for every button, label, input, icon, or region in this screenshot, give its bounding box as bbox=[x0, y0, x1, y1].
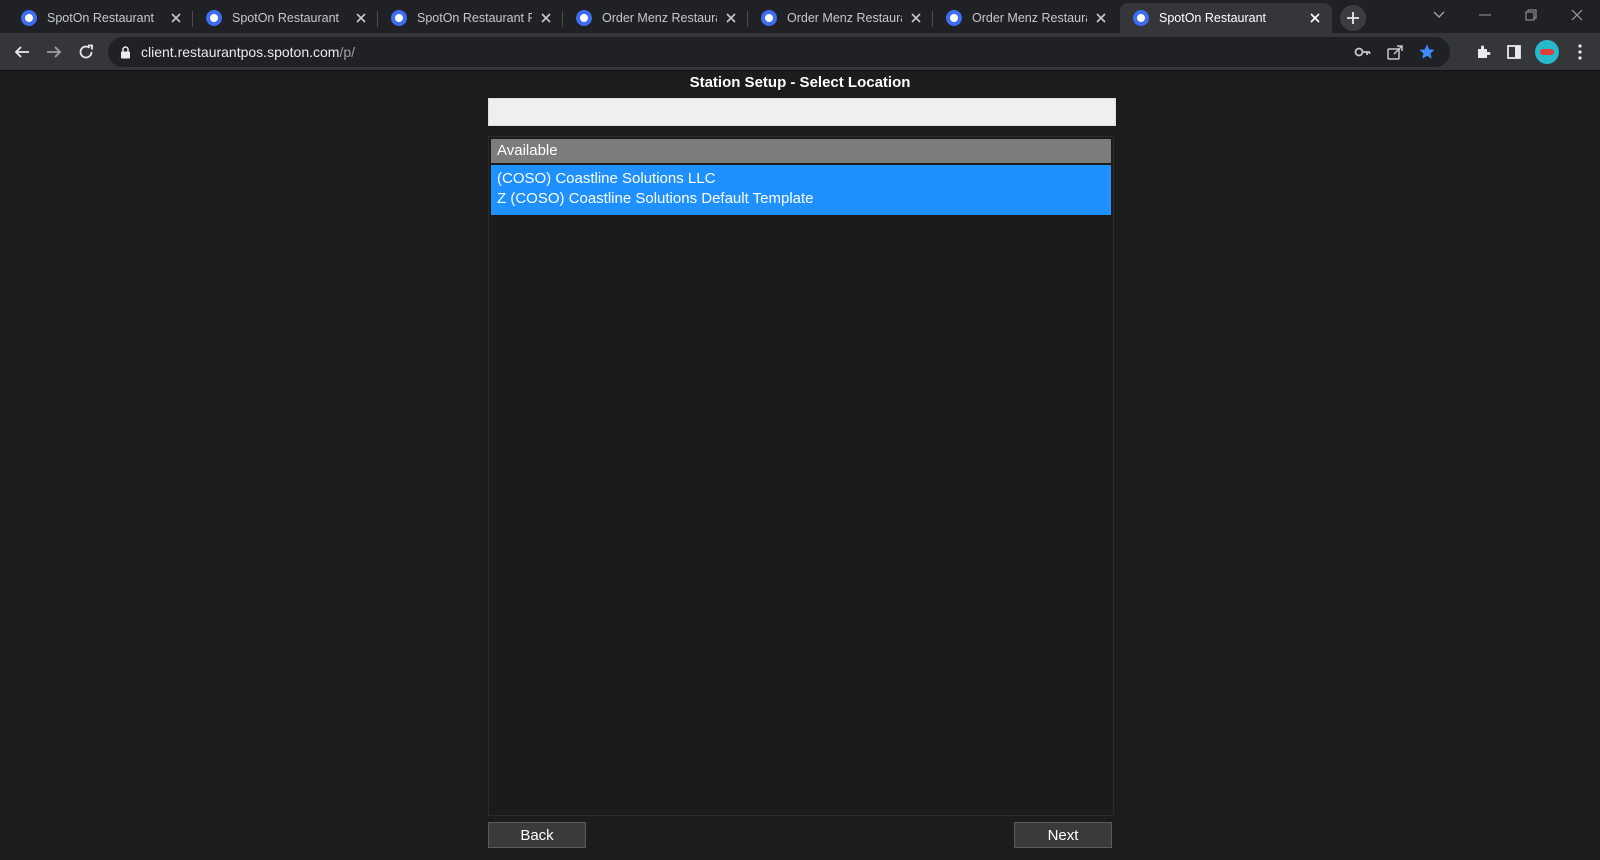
close-tab-icon[interactable] bbox=[1307, 10, 1323, 26]
side-panel-icon bbox=[1507, 45, 1521, 59]
close-window-button[interactable] bbox=[1562, 4, 1592, 26]
bookmark-star-icon[interactable] bbox=[1418, 43, 1436, 66]
side-panel-button[interactable] bbox=[1500, 38, 1528, 66]
spoton-favicon-icon bbox=[761, 10, 777, 26]
close-icon bbox=[1571, 9, 1583, 21]
spoton-favicon-icon bbox=[206, 10, 222, 26]
profile-avatar[interactable] bbox=[1535, 40, 1559, 64]
close-tab-icon[interactable] bbox=[723, 10, 739, 26]
tab-title: Order Menz Restaurant bbox=[787, 11, 902, 25]
location-list: Available (COSO) Coastline Solutions LLC… bbox=[488, 136, 1114, 816]
close-tab-icon[interactable] bbox=[538, 10, 554, 26]
list-item-text: (COSO) Coastline Solutions LLC bbox=[497, 170, 716, 187]
browser-tab-active[interactable]: SpotOn Restaurant bbox=[1120, 3, 1332, 33]
list-item-text: Z (COSO) Coastline Solutions Default Tem… bbox=[497, 190, 814, 207]
back-button[interactable]: Back bbox=[488, 822, 586, 848]
spoton-favicon-icon bbox=[946, 10, 962, 26]
extensions-button[interactable] bbox=[1469, 38, 1497, 66]
plus-icon bbox=[1347, 12, 1359, 24]
tab-title: SpotOn Restaurant bbox=[47, 11, 155, 25]
puzzle-icon bbox=[1478, 45, 1491, 58]
more-vert-icon bbox=[1578, 44, 1582, 60]
page-title: Station Setup - Select Location bbox=[689, 74, 911, 91]
location-search-input[interactable] bbox=[488, 98, 1116, 126]
list-item-selected[interactable]: (COSO) Coastline Solutions LLC Z (COSO) … bbox=[491, 165, 1111, 215]
key-icon[interactable] bbox=[1354, 43, 1372, 66]
browser-tab[interactable]: Order Menz Restaurant bbox=[563, 3, 748, 33]
browser-tab[interactable]: SpotOn Restaurant bbox=[193, 3, 378, 33]
new-tab-button[interactable] bbox=[1340, 5, 1366, 31]
browser-tab[interactable]: Order Menz Restaurant bbox=[748, 3, 933, 33]
reload-icon bbox=[79, 44, 93, 59]
browser-toolbar: client.restaurantpos.spoton.com/p/ bbox=[0, 33, 1600, 71]
arrow-right-icon bbox=[47, 46, 62, 58]
tab-title: SpotOn Restaurant bbox=[232, 11, 340, 25]
chevron-down-icon bbox=[1433, 11, 1445, 18]
back-nav-button[interactable] bbox=[8, 38, 36, 66]
restore-icon bbox=[1525, 9, 1537, 21]
browser-tab[interactable]: Order Menz Restaurant bbox=[933, 3, 1118, 33]
address-bar[interactable]: client.restaurantpos.spoton.com/p/ bbox=[108, 37, 1450, 67]
spoton-favicon-icon bbox=[1133, 10, 1149, 26]
browser-tab[interactable]: SpotOn Restaurant bbox=[8, 3, 193, 33]
close-tab-icon[interactable] bbox=[168, 10, 184, 26]
spoton-favicon-icon bbox=[21, 10, 37, 26]
url-path: /p/ bbox=[339, 44, 356, 60]
minimize-icon bbox=[1479, 14, 1491, 16]
reload-button[interactable] bbox=[72, 38, 100, 66]
tab-title: SpotOn Restaurant bbox=[1159, 11, 1267, 25]
close-tab-icon[interactable] bbox=[353, 10, 369, 26]
close-tab-icon[interactable] bbox=[1093, 10, 1109, 26]
tab-search-button[interactable] bbox=[1424, 4, 1454, 26]
close-tab-icon[interactable] bbox=[908, 10, 924, 26]
tab-title: Order Menz Restaurant bbox=[602, 11, 717, 25]
tab-title: Order Menz Restaurant bbox=[972, 11, 1087, 25]
url-host: client.restaurantpos.spoton.com bbox=[141, 44, 340, 60]
tab-title: SpotOn Restaurant Rep bbox=[417, 11, 532, 25]
share-icon[interactable] bbox=[1386, 43, 1404, 66]
browser-tab-strip: SpotOn Restaurant SpotOn Restaurant Spot… bbox=[0, 0, 1600, 33]
restore-button[interactable] bbox=[1516, 4, 1546, 26]
lock-icon[interactable] bbox=[120, 45, 131, 59]
spoton-favicon-icon bbox=[391, 10, 407, 26]
page-content: Station Setup - Select Location Availabl… bbox=[0, 72, 1600, 860]
arrow-left-icon bbox=[14, 46, 29, 58]
list-header: Available bbox=[491, 139, 1111, 163]
next-button[interactable]: Next bbox=[1014, 822, 1112, 848]
minimize-button[interactable] bbox=[1470, 4, 1500, 26]
forward-nav-button[interactable] bbox=[40, 38, 68, 66]
chrome-menu-button[interactable] bbox=[1566, 38, 1594, 66]
spoton-favicon-icon bbox=[576, 10, 592, 26]
url-text: client.restaurantpos.spoton.com/p/ bbox=[141, 44, 355, 60]
browser-tab[interactable]: SpotOn Restaurant Rep bbox=[378, 3, 563, 33]
